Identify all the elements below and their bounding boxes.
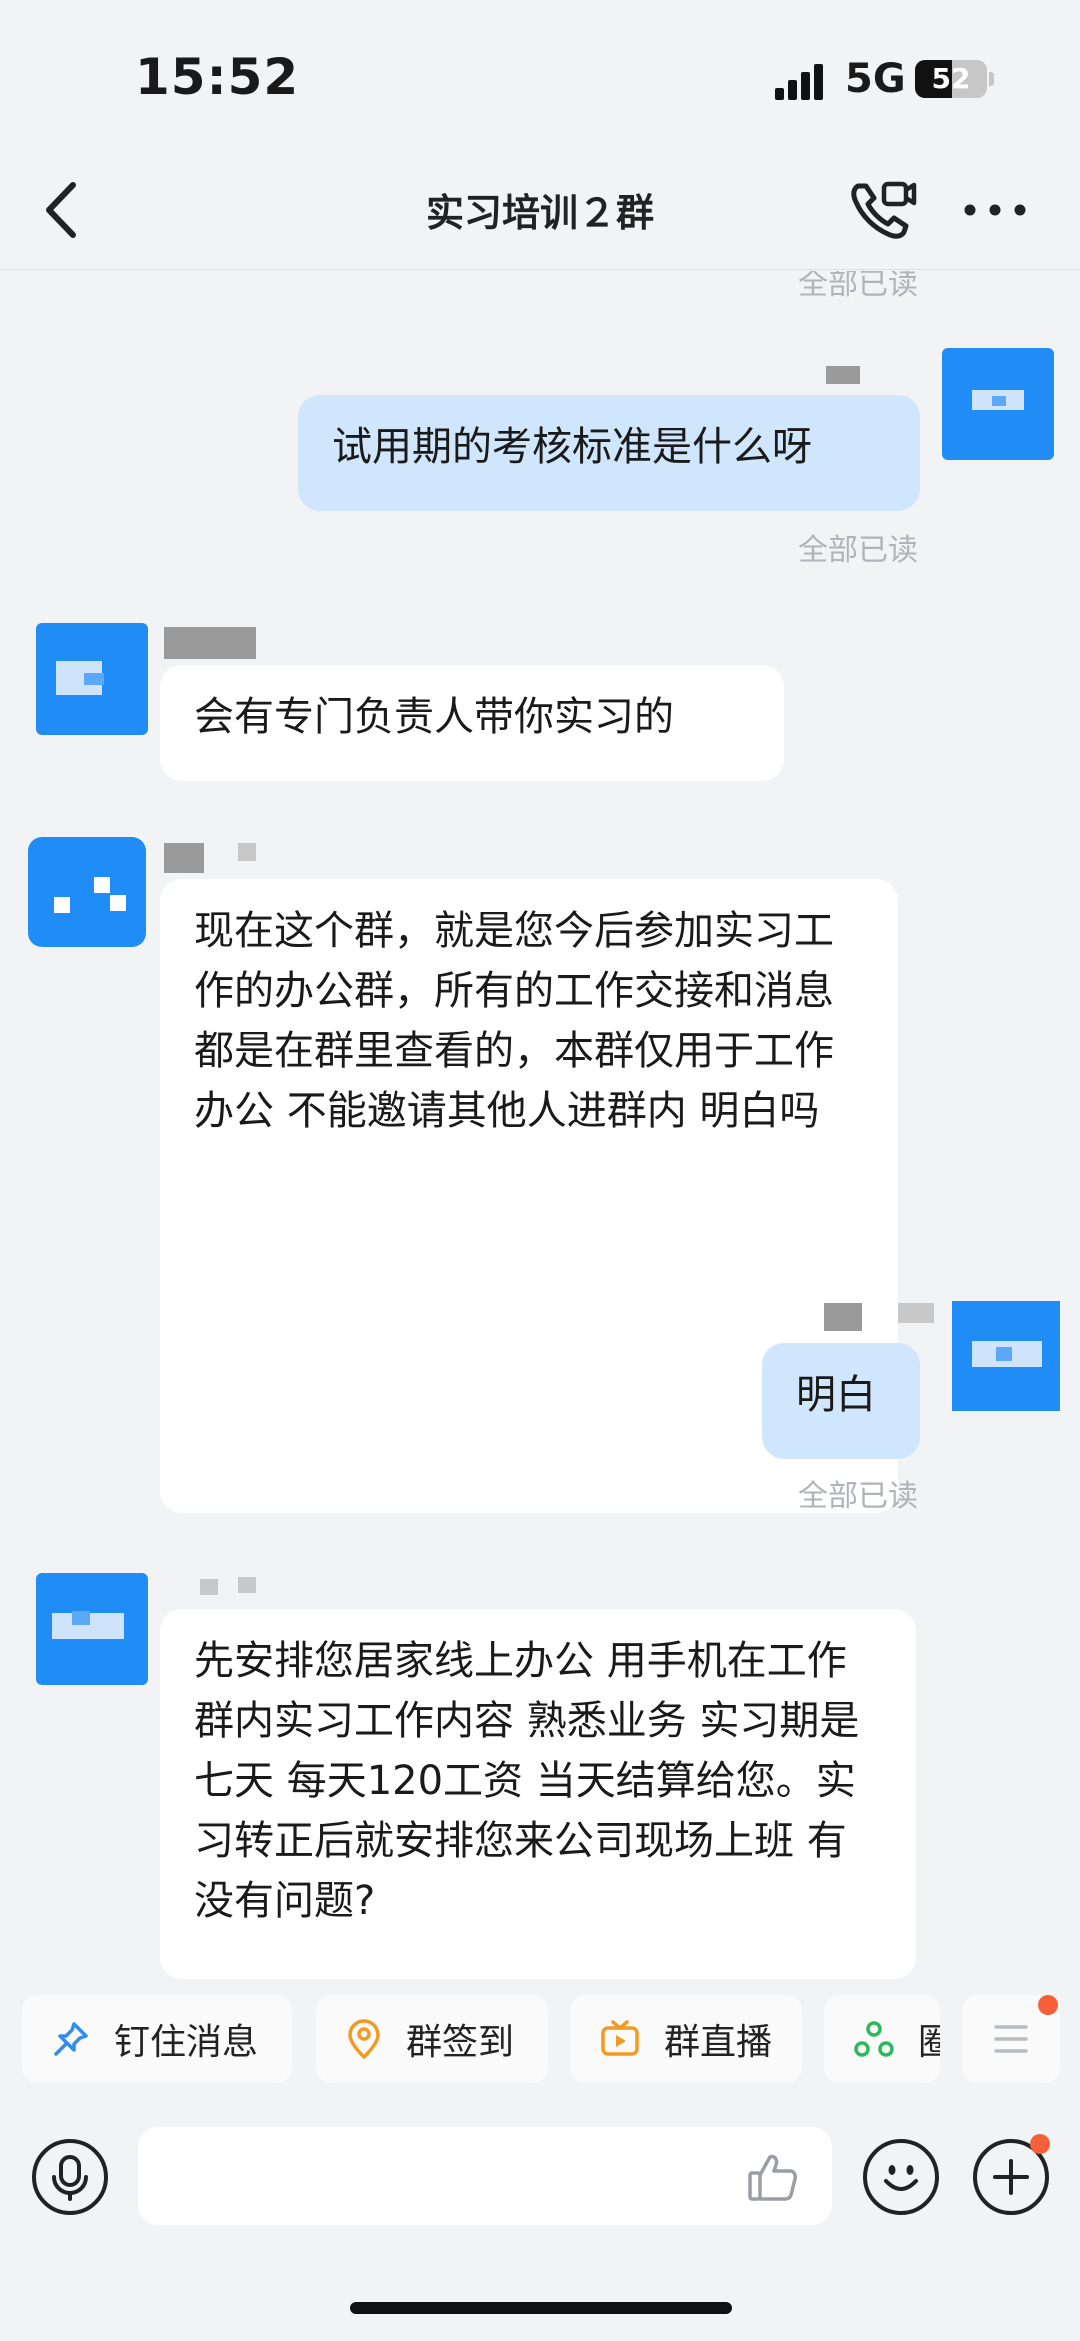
chat-header: 实习培训２群 — [0, 150, 1080, 270]
status-time: 15:52 — [135, 48, 300, 106]
home-indicator — [350, 2302, 732, 2314]
sender-name-blurred — [164, 843, 204, 873]
thumbs-up-icon[interactable] — [746, 2151, 800, 2203]
emoji-icon[interactable] — [863, 2139, 939, 2215]
quick-action-label: 群签到 — [406, 2022, 515, 2063]
sender-name-blurred — [200, 1579, 218, 1595]
read-receipt: 全部已读 — [798, 271, 918, 302]
sender-name-blurred — [238, 843, 256, 861]
location-checkin-icon — [348, 2019, 380, 2059]
battery-tip — [989, 72, 994, 86]
battery-level: 52 — [931, 62, 971, 95]
pin-icon — [54, 2022, 88, 2056]
message-list[interactable]: 全部已读 试用期的考核标准是什么呀 全部已读 会有专门负责人带你实习的 现在这个… — [0, 271, 1080, 1981]
avatar[interactable] — [28, 837, 146, 947]
more-dots-icon[interactable] — [960, 190, 1030, 230]
message-bubble-outgoing[interactable]: 试用期的考核标准是什么呀 — [298, 395, 920, 511]
message-input[interactable] — [138, 2127, 832, 2225]
message-text: 试用期的考核标准是什么呀 — [332, 424, 812, 470]
message-text: 现在这个群，就是您今后参加实习工作的办公群，所有的工作交接和消息都是在群里查看的… — [194, 908, 834, 1134]
signal-icon — [775, 62, 835, 100]
group-circle-icon — [854, 2021, 894, 2057]
read-receipt: 全部已读 — [798, 1479, 918, 1514]
notification-dot — [1030, 2134, 1050, 2154]
video-call-icon[interactable] — [848, 178, 918, 242]
message-bubble-incoming[interactable]: 会有专门负责人带你实习的 — [160, 665, 784, 781]
quick-action-bar: 钉住消息 群签到 群直播 圈 — [0, 1985, 1080, 2095]
quick-action-label: 群直播 — [664, 2022, 773, 2063]
avatar[interactable] — [36, 1573, 148, 1685]
quick-action-label: 圈 — [918, 2022, 940, 2063]
status-bar: 15:52 5G 52 — [0, 0, 1080, 150]
microphone-icon[interactable] — [32, 2139, 108, 2215]
sender-name-blurred — [898, 1303, 934, 1323]
pin-message-button[interactable]: 钉住消息 — [22, 1995, 292, 2083]
input-bar — [0, 2100, 1080, 2230]
read-receipt: 全部已读 — [798, 533, 918, 568]
sender-name-blurred — [824, 1303, 862, 1331]
group-circle-button[interactable]: 圈 — [824, 1995, 940, 2083]
sender-name-blurred — [238, 1577, 256, 1593]
message-bubble-outgoing[interactable]: 明白 — [762, 1343, 920, 1459]
message-text: 会有专门负责人带你实习的 — [194, 694, 674, 740]
tv-live-icon — [601, 2020, 639, 2056]
avatar[interactable] — [942, 348, 1054, 460]
message-bubble-incoming[interactable]: 先安排您居家线上办公 用手机在工作群内实习工作内容 熟悉业务 实习期是七天 每天… — [160, 1609, 916, 1979]
quick-action-label: 钉住消息 — [114, 2022, 259, 2063]
battery-icon: 52 — [915, 60, 987, 98]
notification-dot — [1038, 1995, 1058, 2015]
avatar[interactable] — [36, 623, 148, 735]
message-text: 先安排您居家线上办公 用手机在工作群内实习工作内容 熟悉业务 实习期是七天 每天… — [194, 1638, 860, 1924]
avatar[interactable] — [952, 1301, 1060, 1411]
network-type: 5G — [845, 56, 906, 102]
group-live-button[interactable]: 群直播 — [570, 1995, 802, 2083]
chat-title: 实习培训２群 — [425, 191, 654, 235]
group-checkin-button[interactable]: 群签到 — [316, 1995, 548, 2083]
sender-name-blurred — [164, 627, 256, 659]
sender-name-blurred — [826, 366, 860, 384]
message-text: 明白 — [796, 1372, 876, 1418]
